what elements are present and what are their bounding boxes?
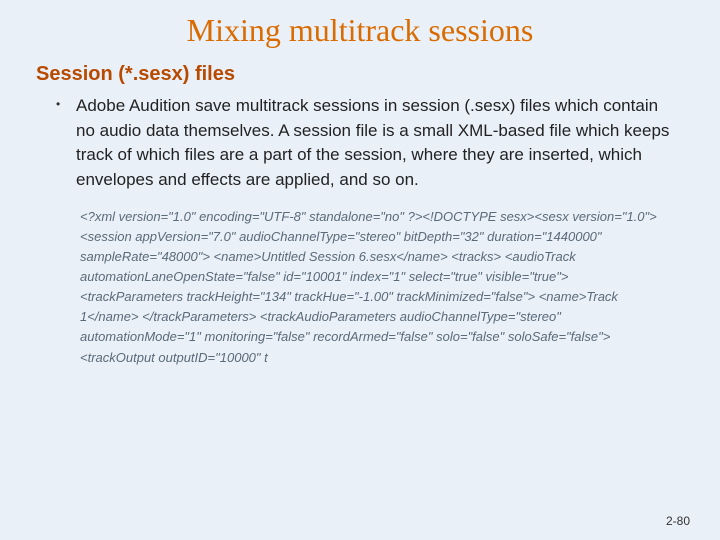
bullet-item: Adobe Audition save multitrack sessions … xyxy=(62,94,678,193)
slide-title: Mixing multitrack sessions xyxy=(32,12,688,49)
section-heading: Session (*.sesx) files xyxy=(36,63,688,86)
page-number: 2-80 xyxy=(666,514,690,528)
code-sample: <?xml version="1.0" encoding="UTF-8" sta… xyxy=(80,207,668,368)
